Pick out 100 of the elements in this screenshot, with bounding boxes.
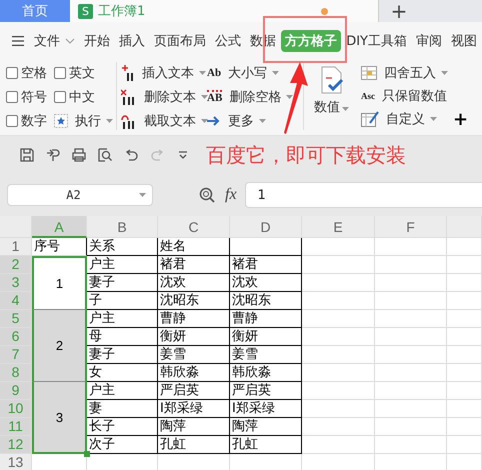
tab-label: 工作簿1 xyxy=(98,3,146,20)
menu-tab[interactable]: 视图 xyxy=(447,30,481,52)
table-cell xyxy=(447,238,482,256)
annotation-note: 百度它，即可下载安装 xyxy=(206,142,406,168)
checkbox-box[interactable] xyxy=(6,91,18,103)
checkbox-label: 中文 xyxy=(69,89,95,106)
table-cell: 严启英 xyxy=(158,382,230,400)
dropdown-icon xyxy=(178,151,188,159)
table-cell: 褚君 xyxy=(230,256,302,274)
toolbar-button[interactable] xyxy=(18,146,36,164)
table-cell: 母 xyxy=(87,328,158,346)
toolbar-button[interactable] xyxy=(70,146,88,164)
ribbon-command[interactable]: 更多 xyxy=(207,110,266,132)
function-label[interactable]: fx xyxy=(225,186,237,204)
print-preview-icon xyxy=(98,148,112,162)
table-cell xyxy=(375,418,447,436)
checkbox-box[interactable] xyxy=(54,67,66,79)
table-cell: 妻 xyxy=(87,400,158,418)
redo-icon xyxy=(150,149,164,161)
checkbox-box[interactable] xyxy=(6,67,18,79)
column-header[interactable]: F xyxy=(375,216,447,238)
menu-tab[interactable]: 页面布局 xyxy=(150,30,210,52)
caret-icon xyxy=(441,70,448,74)
ribbon-command[interactable]: Ab 大小写 xyxy=(207,62,280,84)
menu-tab[interactable]: DIY工具箱 xyxy=(342,30,411,52)
table-cell xyxy=(447,328,482,346)
column-header[interactable]: E xyxy=(302,216,375,238)
menu-tab[interactable]: 公式 xyxy=(211,30,246,52)
table-cell xyxy=(447,436,482,454)
table-cell: 孔虹 xyxy=(230,436,302,454)
table-cell xyxy=(447,274,482,292)
table-cell: 陶萍 xyxy=(230,418,302,436)
table-cell xyxy=(230,238,302,256)
table-cell xyxy=(447,382,482,400)
menu-tab[interactable]: 审阅 xyxy=(412,30,446,52)
value-button[interactable]: 数值 xyxy=(312,62,351,130)
merged-cell: 3 xyxy=(32,382,87,454)
table-cell: 衡妍 xyxy=(230,328,302,346)
fill-handle[interactable] xyxy=(84,451,90,457)
ribbon-command[interactable]: 四舍五入 xyxy=(361,62,470,83)
table-cell xyxy=(447,364,482,382)
caret-icon xyxy=(259,119,266,123)
table-icon xyxy=(361,66,377,80)
table-cell: 户主 xyxy=(87,256,158,274)
checkbox[interactable]: 英文 xyxy=(54,62,95,84)
ribbon-command[interactable]: Asc 只保留数值 xyxy=(361,85,470,106)
checkbox-box[interactable] xyxy=(6,115,18,127)
ribbon-command[interactable]: 删除文本 xyxy=(121,86,208,108)
asc-icon: Asc xyxy=(361,90,375,100)
toolbar-button[interactable] xyxy=(96,146,114,164)
table-cell: I郑采绿 xyxy=(158,400,230,418)
table-cell: 韩欣淼 xyxy=(158,364,230,382)
table-cell: 陶萍 xyxy=(158,418,230,436)
menu-tab[interactable]: 开始 xyxy=(80,30,114,52)
execute-button[interactable]: 执行 xyxy=(54,110,113,132)
ribbon-command[interactable]: 截取文本 xyxy=(121,110,208,132)
table-cell xyxy=(447,310,482,328)
file-menu[interactable]: 文件 xyxy=(30,30,64,52)
checkbox[interactable]: 数字 xyxy=(6,110,47,132)
table-cell: 曹静 xyxy=(158,310,230,328)
table-cell xyxy=(375,346,447,364)
menu-icon xyxy=(12,36,24,46)
caret-icon xyxy=(430,117,437,121)
column-header[interactable]: B xyxy=(87,216,158,238)
name-box[interactable]: A2 xyxy=(7,184,153,206)
extract-text-icon xyxy=(121,113,137,129)
document-check-icon xyxy=(320,66,344,94)
table-cell: 沈欢 xyxy=(230,274,302,292)
checkbox[interactable]: 符号 xyxy=(6,86,47,108)
ribbon-command[interactable]: 插入文本 xyxy=(121,62,206,84)
table-cell: 户主 xyxy=(87,382,158,400)
table-edit-icon xyxy=(361,111,379,127)
table-cell xyxy=(447,418,482,436)
checkbox[interactable]: 空格 xyxy=(6,62,47,84)
caret-icon xyxy=(139,193,146,197)
checkbox[interactable]: 中文 xyxy=(54,86,95,108)
table-cell xyxy=(375,436,447,454)
new-tab-button[interactable]: + xyxy=(379,0,419,22)
row-header[interactable]: 13 xyxy=(0,454,32,470)
table-cell: 户主 xyxy=(87,310,158,328)
table-cell xyxy=(375,400,447,418)
caret-icon xyxy=(106,119,113,123)
caret-icon xyxy=(199,71,206,75)
checkbox-label: 英文 xyxy=(69,65,95,82)
save-icon xyxy=(20,148,34,162)
column-header[interactable]: D xyxy=(230,216,302,238)
menu-tab[interactable]: 插入 xyxy=(115,30,150,52)
star-icon xyxy=(54,114,68,128)
ribbon-command[interactable]: 自定义 xyxy=(361,108,437,130)
merged-cell: 2 xyxy=(32,310,87,382)
table-cell xyxy=(375,292,447,310)
table-cell xyxy=(375,256,447,274)
formula-field[interactable]: 1 xyxy=(244,182,482,208)
checkbox-box[interactable] xyxy=(54,91,66,103)
table-cell: 衡妍 xyxy=(158,328,230,346)
table-cell: 女 xyxy=(87,364,158,382)
row-header[interactable]: 1 xyxy=(0,238,32,256)
column-header[interactable]: C xyxy=(158,216,230,238)
add-button[interactable]: + xyxy=(451,108,470,130)
table-cell: 曹静 xyxy=(230,310,302,328)
